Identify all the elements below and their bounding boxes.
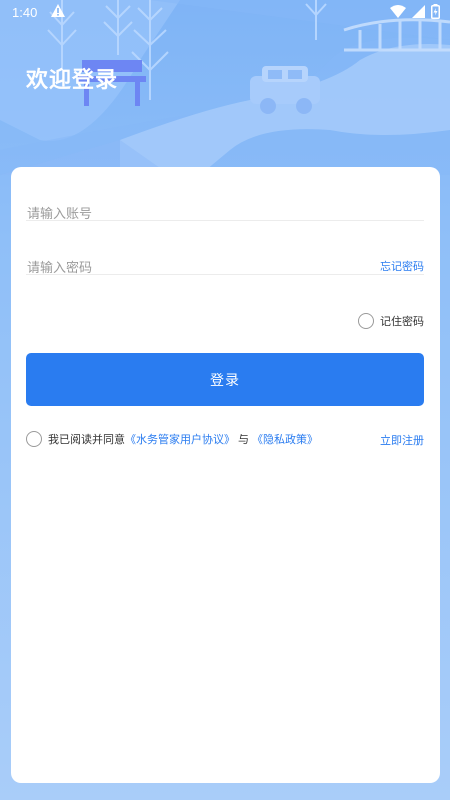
login-button[interactable]: 登录	[26, 353, 424, 406]
status-time: 1:40	[12, 5, 38, 20]
forgot-password-link[interactable]: 忘记密码	[380, 258, 424, 274]
remember-password-toggle[interactable]: 记住密码	[358, 313, 424, 329]
wifi-icon	[390, 5, 406, 22]
account-field[interactable]: 请输入账号	[26, 167, 424, 222]
status-icons	[390, 4, 440, 23]
account-input-placeholder: 请输入账号	[27, 207, 93, 222]
user-agreement-link[interactable]: 《水务管家用户协议》	[125, 431, 235, 447]
page-title: 欢迎登录	[26, 68, 119, 93]
remember-password-label: 记住密码	[380, 315, 424, 328]
agreement-prefix: 我已阅读并同意	[48, 433, 125, 446]
agreement-joiner: 与	[238, 433, 249, 446]
register-link[interactable]: 立即注册	[380, 432, 424, 448]
login-card: 请输入账号 请输入密码 忘记密码 记住密码 登录 我已阅读并同意 《水务管家用户…	[11, 167, 440, 783]
battery-icon	[431, 4, 440, 23]
password-input-placeholder: 请输入密码	[27, 261, 93, 276]
agreement-row: 我已阅读并同意 《水务管家用户协议》 与 《隐私政策》 立即注册	[26, 430, 424, 448]
warning-icon	[51, 4, 65, 21]
remember-password-radio[interactable]	[358, 313, 374, 329]
password-field[interactable]: 请输入密码 忘记密码	[26, 221, 424, 276]
signal-icon	[412, 5, 425, 22]
status-bar: 1:40	[0, 0, 450, 26]
agreement-radio[interactable]	[26, 431, 42, 447]
privacy-policy-link[interactable]: 《隐私政策》	[252, 431, 318, 447]
